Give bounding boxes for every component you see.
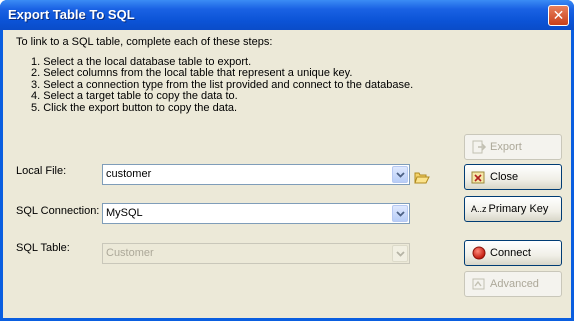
export-label: Export bbox=[490, 141, 522, 153]
close-button[interactable]: Close bbox=[464, 164, 562, 190]
folder-icon[interactable] bbox=[414, 171, 430, 185]
steps-list: 1. Select a the local database table to … bbox=[31, 56, 413, 114]
local-file-value: customer bbox=[106, 168, 152, 180]
close-file-icon bbox=[471, 169, 487, 185]
window-close-button[interactable]: ✕ bbox=[548, 5, 569, 26]
title-bar[interactable]: Export Table To SQL ✕ bbox=[0, 0, 574, 30]
advanced-button[interactable]: Advanced bbox=[464, 271, 562, 297]
close-icon: ✕ bbox=[552, 7, 565, 24]
sql-table-select[interactable]: Customer bbox=[102, 243, 410, 264]
advanced-label: Advanced bbox=[490, 278, 539, 290]
sql-table-value: Customer bbox=[106, 247, 154, 259]
chevron-down-icon[interactable] bbox=[392, 205, 408, 222]
local-file-label: Local File: bbox=[16, 165, 67, 177]
export-table-dialog: Export Table To SQL ✕ To link to a SQL t… bbox=[0, 0, 574, 321]
primary-key-button[interactable]: A..z Primary Key bbox=[464, 196, 562, 222]
connect-label: Connect bbox=[490, 247, 531, 259]
az-sort-icon: A..z bbox=[471, 204, 487, 214]
close-label: Close bbox=[490, 171, 519, 183]
settings-icon bbox=[471, 276, 487, 292]
sql-connection-value: MySQL bbox=[106, 207, 143, 219]
local-file-select[interactable]: customer bbox=[102, 164, 410, 185]
chevron-down-icon[interactable] bbox=[392, 166, 408, 183]
export-icon bbox=[471, 139, 487, 155]
sql-connection-label: SQL Connection: bbox=[16, 205, 100, 217]
step-item: 4. Select a target table to copy the dat… bbox=[31, 90, 238, 103]
connect-button[interactable]: Connect bbox=[464, 240, 562, 266]
sql-connection-select[interactable]: MySQL bbox=[102, 203, 410, 224]
export-button[interactable]: Export bbox=[464, 134, 562, 160]
red-circle-icon bbox=[471, 245, 487, 261]
dialog-body: To link to a SQL table, complete each of… bbox=[3, 30, 571, 318]
window-title: Export Table To SQL bbox=[8, 7, 135, 22]
step-item: 5. Click the export button to copy the d… bbox=[31, 101, 238, 114]
primary-key-label: Primary Key bbox=[488, 203, 549, 215]
sql-table-label: SQL Table: bbox=[16, 242, 70, 254]
intro-text: To link to a SQL table, complete each of… bbox=[16, 36, 273, 48]
chevron-down-icon[interactable] bbox=[392, 245, 408, 262]
